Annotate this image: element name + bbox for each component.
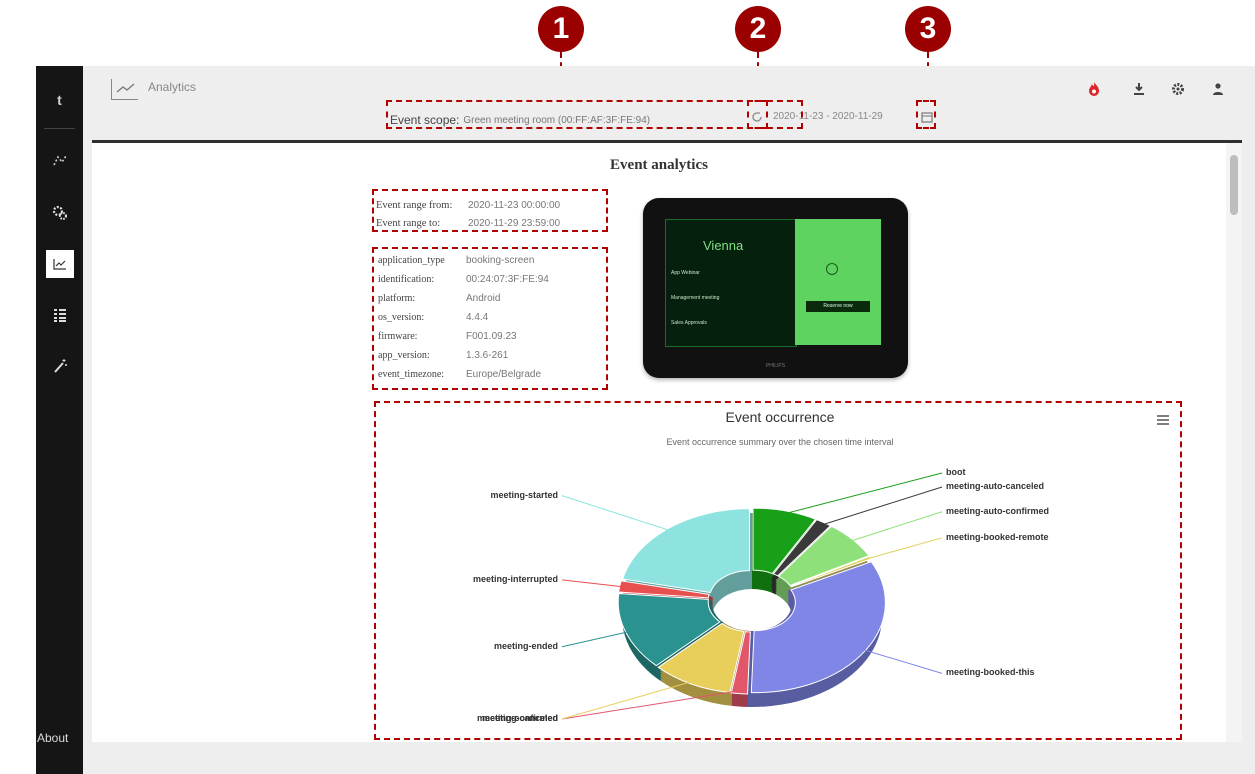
annotation-marker-3: 3: [905, 6, 951, 52]
annotation-marker-2: 2: [735, 6, 781, 52]
device-row: Management meeting: [671, 295, 720, 301]
sidebar-item-list[interactable]: [36, 298, 83, 332]
sidebar-item-analytics[interactable]: [36, 247, 83, 281]
analytics-card: Event analytics Event range from: 2020-1…: [92, 140, 1242, 742]
download-icon: [1134, 83, 1144, 95]
device-row: App Webinar: [671, 270, 700, 276]
device-row: Sales Approvals: [671, 320, 707, 326]
device-brand: PHILIPS: [765, 363, 786, 369]
download-button[interactable]: [1132, 82, 1146, 101]
logo[interactable]: t: [36, 83, 83, 117]
page-title: Analytics: [148, 80, 197, 94]
device-room-name: Vienna: [703, 238, 744, 253]
user-button[interactable]: [1211, 82, 1225, 101]
gear-icon: [1172, 83, 1184, 95]
analytics-icon: [52, 259, 66, 270]
sidebar-item-settings[interactable]: [36, 196, 83, 230]
device-image: Vienna App Webinar Management meeting Sa…: [643, 198, 908, 378]
gears-icon: [52, 205, 67, 220]
fire-button[interactable]: [1087, 81, 1101, 102]
list-icon: [53, 309, 66, 322]
sidebar-item-routes[interactable]: [36, 144, 83, 178]
scrollbar[interactable]: [1226, 143, 1242, 742]
user-icon: [1213, 83, 1223, 95]
annotation-marker-1: 1: [538, 6, 584, 52]
settings-button[interactable]: [1171, 82, 1185, 101]
app-bar: Analytics Event scope: Green meeting roo…: [83, 66, 1255, 140]
sidebar-item-tools[interactable]: [36, 349, 83, 383]
route-icon: [52, 155, 67, 166]
device-reserve-button: Reserve now: [806, 301, 870, 312]
wand-icon: [53, 359, 67, 373]
fire-icon: [1089, 82, 1099, 96]
sidebar: t About: [36, 66, 83, 774]
analytics-icon: [116, 83, 135, 93]
analytics-heading: Event analytics: [610, 157, 708, 173]
about-link[interactable]: About: [37, 731, 68, 745]
